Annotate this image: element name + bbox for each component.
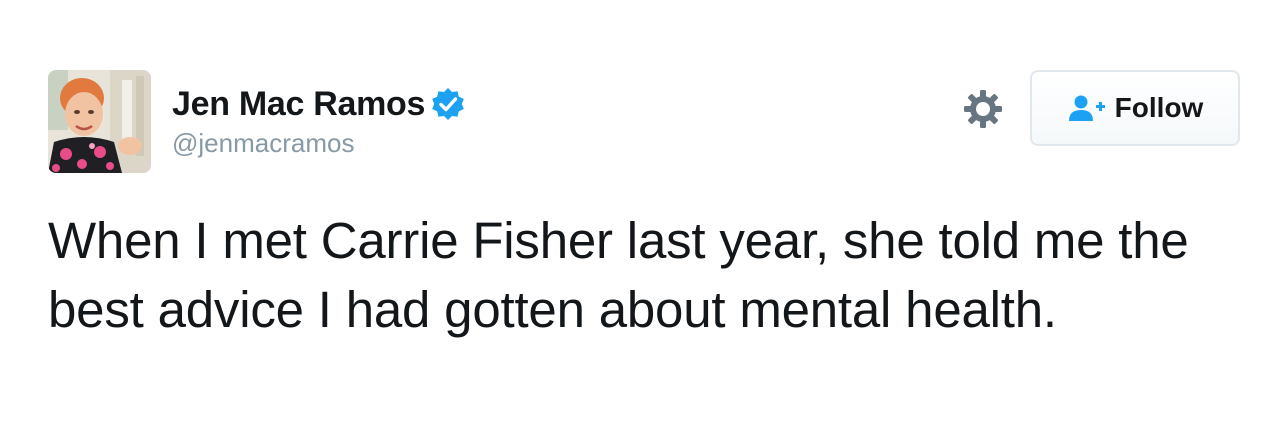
display-name[interactable]: Jen Mac Ramos bbox=[172, 85, 425, 124]
display-name-row: Jen Mac Ramos bbox=[172, 84, 465, 124]
verified-badge-icon bbox=[431, 87, 465, 121]
author-handle[interactable]: @jenmacramos bbox=[172, 128, 465, 159]
tweet-card: Jen Mac Ramos @jenmacramos Follow When I… bbox=[0, 0, 1280, 427]
avatar[interactable] bbox=[48, 70, 151, 173]
follow-label: Follow bbox=[1114, 92, 1204, 123]
author-info: Jen Mac Ramos @jenmacramos bbox=[172, 84, 465, 159]
tweet-text: When I met Carrie Fisher last year, she … bbox=[48, 212, 1189, 338]
add-user-icon bbox=[1067, 93, 1107, 123]
follow-button[interactable]: Follow bbox=[1030, 70, 1240, 146]
gear-icon[interactable] bbox=[962, 88, 1004, 130]
profile-photo bbox=[48, 70, 151, 173]
